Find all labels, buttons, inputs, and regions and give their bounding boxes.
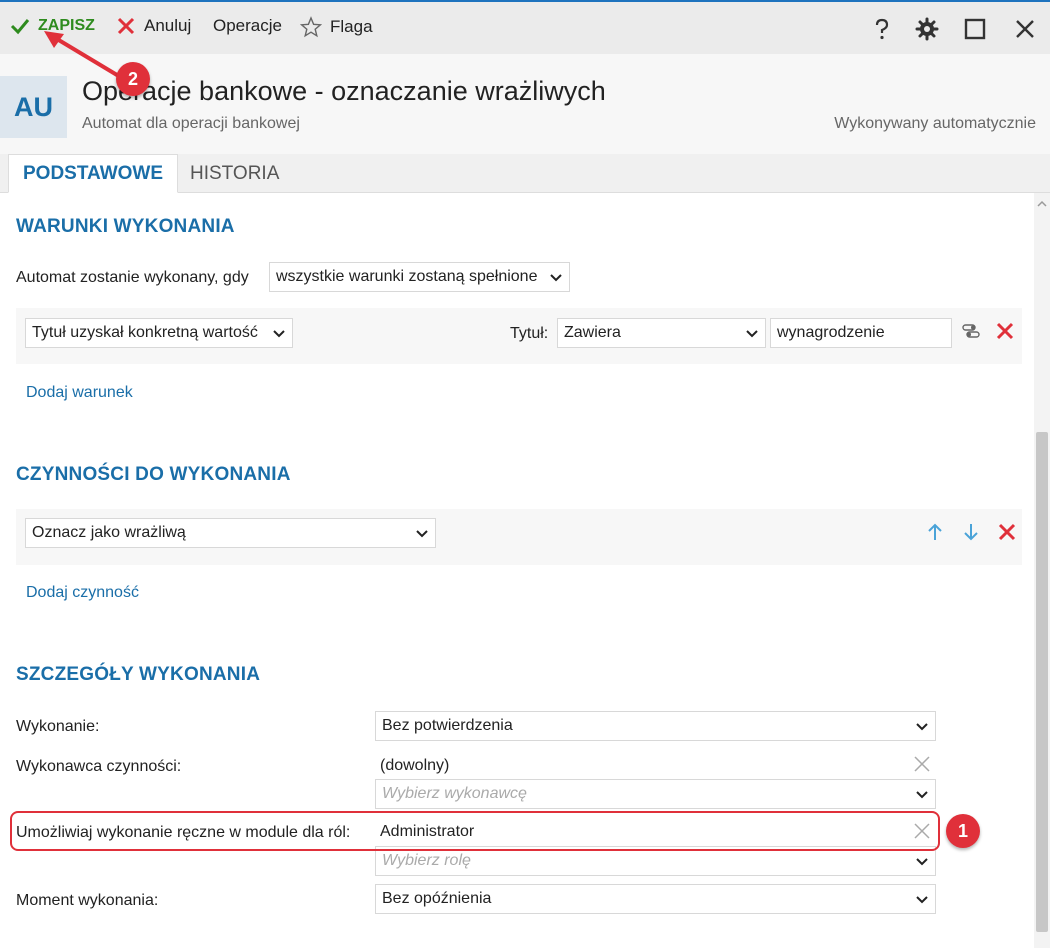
chevron-down-icon — [550, 274, 562, 282]
delete-action-button[interactable] — [996, 521, 1018, 543]
move-down-button[interactable] — [960, 521, 982, 543]
gear-icon — [915, 17, 939, 41]
scrollbar-thumb[interactable] — [1036, 432, 1048, 932]
header: AU Operacje bankowe - oznaczanie wrażliw… — [0, 54, 1050, 154]
arrow-down-icon — [964, 524, 978, 541]
move-up-button[interactable] — [924, 521, 946, 543]
close-window-button[interactable] — [1010, 14, 1040, 44]
operations-label: Operacje — [213, 16, 282, 35]
chevron-down-icon — [916, 896, 928, 904]
condition-type-select[interactable]: Tytuł uzyskał konkretną wartość — [25, 318, 293, 348]
operator-select[interactable]: Zawiera — [557, 318, 766, 348]
conditions-section-title: WARUNKI WYKONANIA — [16, 216, 235, 237]
performer-placeholder: Wybierz wykonawcę — [382, 785, 527, 802]
close-icon — [996, 322, 1014, 340]
chevron-down-icon — [916, 791, 928, 799]
star-icon — [300, 16, 322, 38]
operations-menu[interactable]: Operacje — [213, 16, 282, 36]
close-icon — [914, 756, 930, 772]
execution-value: Bez potwierdzenia — [382, 717, 513, 734]
roles-placeholder: Wybierz rolę — [382, 852, 471, 869]
close-icon — [1016, 20, 1034, 38]
moment-value: Bez opóźnienia — [382, 890, 492, 907]
roles-highlight-box — [10, 811, 940, 851]
toolbar: ZAPISZ Anuluj Operacje Flaga — [0, 0, 1050, 54]
page-title: Operacje bankowe - oznaczanie wrażliwych — [82, 76, 606, 106]
condition-value-input[interactable]: wynagrodzenie — [770, 318, 952, 348]
annotation-badge-2: 2 — [116, 62, 150, 96]
execution-select[interactable]: Bez potwierdzenia — [375, 711, 936, 741]
close-icon — [998, 523, 1016, 541]
action-select[interactable]: Oznacz jako wrażliwą — [25, 518, 436, 548]
when-select[interactable]: wszystkie warunki zostaną spełnione — [269, 262, 570, 292]
chevron-down-icon — [416, 530, 428, 538]
action-value: Oznacz jako wrażliwą — [32, 524, 186, 541]
add-condition-link[interactable]: Dodaj warunek — [26, 384, 133, 402]
tab-historia[interactable]: HISTORIA — [176, 154, 293, 193]
flag-button[interactable]: Flaga — [300, 16, 373, 38]
add-action-link[interactable]: Dodaj czynność — [26, 584, 139, 602]
question-mark-icon — [875, 18, 889, 40]
chevron-up-icon[interactable] — [1036, 198, 1048, 210]
chevron-down-icon — [273, 330, 285, 338]
delete-condition-button[interactable] — [994, 320, 1016, 342]
chevron-down-icon — [916, 858, 928, 866]
tab-bar: PODSTAWOWE HISTORIA — [0, 154, 1050, 193]
operator-value: Zawiera — [564, 324, 621, 341]
execution-label: Wykonanie: — [16, 718, 100, 735]
flag-label: Flaga — [330, 17, 373, 36]
moment-label: Moment wykonania: — [16, 892, 159, 909]
checkmark-icon — [10, 19, 30, 35]
condition-settings-button[interactable] — [960, 320, 982, 342]
tab-podstawowe[interactable]: PODSTAWOWE — [8, 154, 179, 193]
actions-section-title: CZYNNOŚCI DO WYKONANIA — [16, 464, 291, 485]
arrow-up-icon — [928, 523, 942, 540]
performer-select[interactable]: Wybierz wykonawcę — [375, 779, 936, 809]
moment-select[interactable]: Bez opóźnienia — [375, 884, 936, 914]
remove-performer-button[interactable] — [911, 753, 933, 775]
details-section-title: SZCZEGÓŁY WYKONANIA — [16, 664, 261, 685]
cancel-label: Anuluj — [144, 16, 192, 35]
chevron-down-icon — [916, 723, 928, 731]
settings-button[interactable] — [912, 14, 942, 44]
condition-type-value: Tytuł uzyskał konkretną wartość — [32, 324, 258, 341]
when-label: Automat zostanie wykonany, gdy — [16, 269, 249, 286]
chevron-down-icon — [746, 330, 758, 338]
performer-label: Wykonawca czynności: — [16, 758, 182, 775]
page-subtitle: Automat dla operacji bankowej — [82, 115, 300, 132]
toggle-settings-icon — [962, 324, 980, 338]
execution-mode-label: Wykonywany automatycznie — [834, 115, 1036, 132]
title-field-label: Tytuł: — [510, 325, 549, 342]
annotation-badge-1: 1 — [946, 814, 980, 848]
maximize-icon — [964, 18, 986, 40]
performer-value: (dowolny) — [380, 757, 450, 774]
help-button[interactable] — [867, 14, 897, 44]
maximize-button[interactable] — [960, 14, 990, 44]
when-select-value: wszystkie warunki zostaną spełnione — [276, 268, 538, 285]
